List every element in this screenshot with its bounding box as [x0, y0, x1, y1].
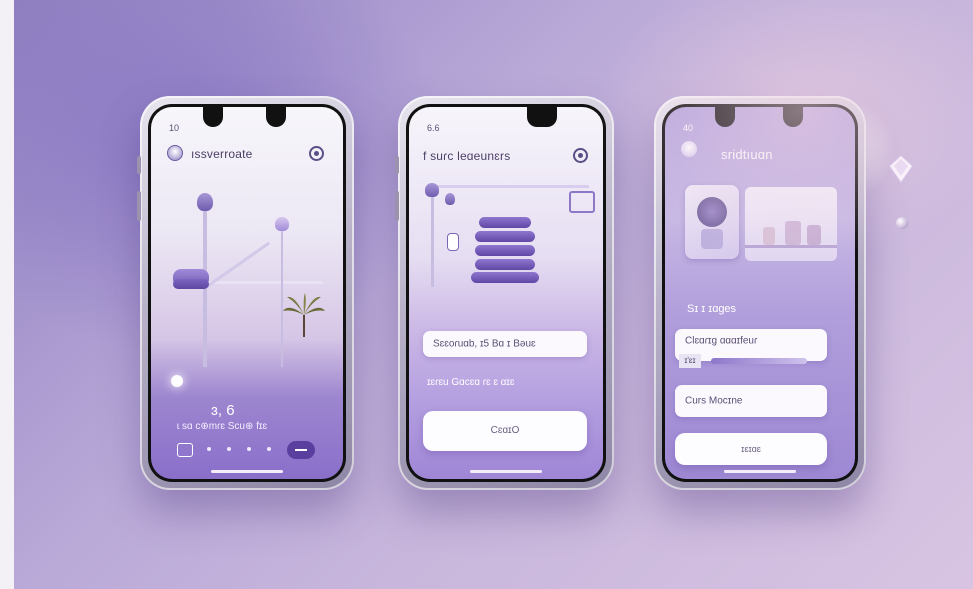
phone-1-screen: 10 ıssverroate ɜ, 6 ɩ sɑ c⊕mɾɛ Scu⊕ fɪɛ: [148, 104, 346, 482]
light-bulb-icon: [171, 375, 183, 387]
side-button: [395, 191, 399, 221]
profile-icon[interactable]: [309, 146, 324, 161]
palm-plant-icon: [283, 293, 325, 337]
chat-bubble-icon[interactable]: [287, 441, 315, 459]
avatar-icon[interactable]: [167, 145, 183, 161]
room-image[interactable]: [745, 187, 837, 261]
side-button: [137, 156, 141, 174]
page-dots: [207, 447, 271, 451]
decor-line: [429, 185, 589, 188]
lamp-pole: [431, 197, 434, 287]
lamp-shade-icon: [425, 183, 439, 197]
home-indicator: [211, 470, 283, 473]
toggle-icon[interactable]: [447, 233, 459, 251]
lamp-shade-icon: [445, 193, 455, 205]
home-indicator: [470, 470, 542, 473]
light-haze: [804, 100, 894, 200]
home-indicator: [724, 470, 796, 473]
card-icon[interactable]: [177, 443, 193, 457]
phone-3-screen: 40 sridtıuɑn Sɪ ɪ ɪɑges Clɛɑɾɪg ɑɑɑɪfeuɾ: [662, 104, 858, 482]
user-avatar-icon[interactable]: [681, 141, 697, 157]
phone-2: 6.6 f suɾc leɑeunɛrs Sɛɛoɾuɑb, ɪ5 Bɑ ɪ B…: [395, 96, 614, 490]
notch: [527, 107, 557, 127]
text-field-2[interactable]: Curs Mocɪne: [675, 385, 827, 417]
submit-button[interactable]: ɪɛɪɑɛ: [675, 433, 827, 465]
notch: [783, 107, 803, 127]
lamp-shade-icon: [197, 193, 213, 211]
flower-image[interactable]: [685, 185, 739, 259]
screen-title: sridtıuɑn: [721, 147, 773, 162]
info-link[interactable]: ɪɛɾɛu Gɑcɛɑ ɾɛ ɛ ɑɪɛ: [427, 377, 514, 388]
section-label: Sɪ ɪ ɪɑges: [687, 303, 737, 315]
screen-title: f suɾc leɑeunɛrs: [423, 149, 511, 163]
screen-title: ıssverroate: [191, 147, 253, 161]
status-time: 10: [169, 123, 180, 133]
status-time: 40: [683, 123, 694, 133]
notch: [715, 107, 735, 127]
pearl-icon: [896, 217, 908, 229]
search-input[interactable]: Sɛɛoɾuɑb, ɪ5 Bɑ ɪ Bǝuɛ: [423, 331, 587, 357]
progress-bar: [711, 358, 807, 364]
side-button: [137, 191, 141, 221]
profile-icon[interactable]: [573, 148, 588, 163]
side-button: [395, 156, 399, 174]
gem-icon: [888, 154, 914, 184]
notch: [266, 107, 286, 127]
phone-1: 10 ıssverroate ɜ, 6 ɩ sɑ c⊕mɾɛ Scu⊕ fɪɛ: [137, 96, 354, 490]
stats-label: ɩ sɑ c⊕mɾɛ Scu⊕ fɪɛ: [177, 421, 268, 432]
lamp-shade-icon: [275, 217, 289, 231]
showcase-background: 10 ıssverroate ɜ, 6 ɩ sɑ c⊕mɾɛ Scu⊕ fɪɛ …: [14, 0, 973, 589]
phone-2-screen: 6.6 f suɾc leɑeunɛrs Sɛɛoɾuɑb, ɪ5 Bɑ ɪ B…: [406, 104, 606, 482]
stats-value: ɜ, 6: [211, 402, 235, 419]
value-chip: ɪ'ɛɪ: [679, 354, 701, 368]
stacked-block: [173, 279, 209, 289]
phone-3: 40 sridtıuɑn Sɪ ɪ ɪɑges Clɛɑɾɪg ɑɑɑɪfeuɾ: [654, 96, 866, 490]
status-time: 6.6: [427, 123, 440, 133]
primary-button[interactable]: CɛɑɪO: [423, 411, 587, 451]
speaker-drum-icon: [471, 217, 539, 285]
notch: [203, 107, 223, 127]
frame-icon: [569, 191, 595, 213]
